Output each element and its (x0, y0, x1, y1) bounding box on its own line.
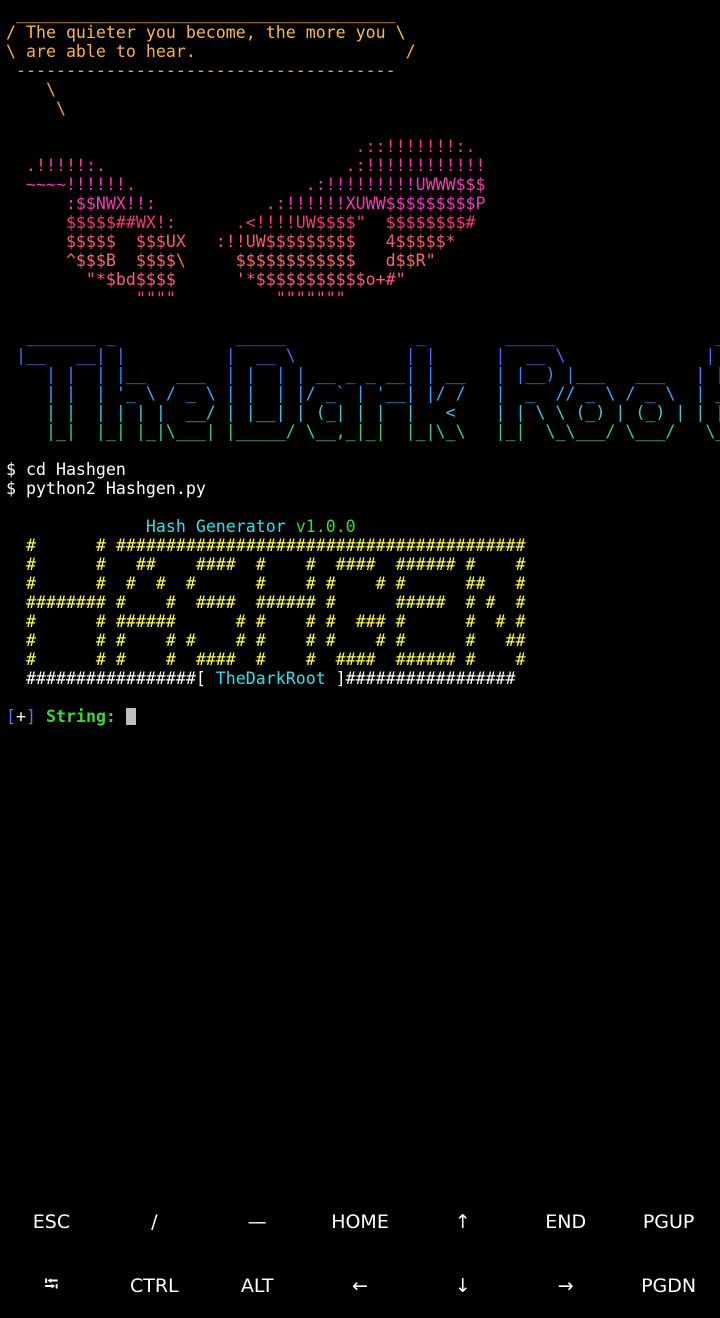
terminal-text: Hash Generator (145, 517, 296, 536)
esc-key[interactable]: ESC (0, 1190, 103, 1254)
terminal-text: \ (6, 99, 66, 118)
terminal-text: ######## # # #### ###### # ##### # # # (6, 593, 526, 612)
terminal-text: $$$$$ $$$UX :!!UW$$$$$$$$$ 4$$$$$* (6, 232, 456, 251)
terminal-text: "*$bd$$$$ '*$$$$$$$$$$$o+#" (6, 270, 406, 289)
terminal-text: ^$$$B $$$$\ $$$$$$$$$$$$ d$$R" (6, 251, 436, 270)
terminal-line: .::!!!!!!!:. (6, 137, 720, 156)
terminal-text: ~~~~!!!!!!. .:!!!!!!!!!UWWW$$$ (6, 175, 486, 194)
terminal-line: \ (6, 99, 720, 118)
terminal-line: # # # # # # # # # # ## # (6, 574, 720, 593)
terminal-line: ######## # # #### ###### # ##### # # # (6, 593, 720, 612)
terminal-text: |__ __| | | __ \ | | | __ \ | | (6, 346, 720, 365)
text-cursor[interactable] (125, 708, 136, 725)
terminal-line: |_| |_| |_|\___| |_____/ \__,_|_| |_|\_\… (6, 422, 720, 441)
terminal-text: # # # # #### # # #### ###### # # (6, 650, 526, 669)
terminal-line: ~~~~!!!!!!. .:!!!!!!!!!UWWW$$$ (6, 175, 720, 194)
tab-key-icon[interactable]: ⭾ (0, 1254, 103, 1318)
prompt-close: ] (26, 707, 36, 726)
terminal-line: # # ###### # # # # ### # # # # (6, 612, 720, 631)
terminal-text: | | | '_ \ / _ \ | | | |/ _` | '__| |/ /… (6, 384, 720, 403)
terminal-text: """" """"""" (6, 289, 346, 308)
prompt-label: String: (36, 707, 126, 726)
terminal-line: | | | | | | __/ | |__| | (_| | | | < | |… (6, 403, 720, 422)
terminal-line: $$$$$ $$$UX :!!UW$$$$$$$$$ 4$$$$$* (6, 232, 720, 251)
extra-keys-bar: ESC / — HOME ↑ END PGUP ⭾ CTRL ALT ← ↓ →… (0, 1190, 720, 1317)
arrow-up-key[interactable]: ↑ (411, 1190, 514, 1254)
slash-key[interactable]: / (103, 1190, 206, 1254)
terminal-line: $ python2 Hashgen.py (6, 479, 720, 498)
terminal-text: _______ _ _____ _ _____ _ (6, 327, 720, 346)
terminal-line: |__ __| | | __ \ | | | __ \ | | (6, 346, 720, 365)
terminal-text: TheDarkRoot (215, 669, 326, 688)
terminal-line: ______________________________________ (6, 4, 720, 23)
terminal-text: # # # # # # # # # # ## # (6, 574, 526, 593)
terminal-line: / The quieter you become, the more you \ (6, 23, 720, 42)
terminal-text: # # # # # # # # # # # # ## (6, 631, 526, 650)
terminal-text: | | | | | | __/ | |__| | (_| | | | < | |… (6, 403, 720, 422)
terminal-text: \ are able to hear. / (6, 42, 416, 61)
terminal-line: | | | |__ ___ | | | | __ _ _ __| | __ | … (6, 365, 720, 384)
terminal-text: $ python2 Hashgen.py (6, 479, 206, 498)
terminal-line: #################[ TheDarkRoot ]########… (6, 669, 720, 688)
terminal-line: :$$NWX!!: .:!!!!!!XUWW$$$$$$$$$P (6, 194, 720, 213)
extra-keys-row-1: ESC / — HOME ↑ END PGUP (0, 1190, 720, 1254)
terminal-line: """" """"""" (6, 289, 720, 308)
terminal-text: / The quieter you become, the more you \ (6, 23, 406, 42)
terminal-text: # # ## #### # # #### ###### # # (6, 555, 526, 574)
terminal-text: $$$$$##WX!: .<!!!!UW$$$$" $$$$$$$$# (6, 213, 476, 232)
prompt-open: [ (6, 707, 16, 726)
terminal-text: .!!!!!:. .:!!!!!!!!!!!! (6, 156, 486, 175)
terminal-text: # # ###### # # # # ### # # # # (6, 612, 526, 631)
terminal-text: | | | |__ ___ | | | | __ _ _ __| | __ | … (6, 365, 720, 384)
alt-key[interactable]: ALT (206, 1254, 309, 1318)
terminal-line: ^$$$B $$$$\ $$$$$$$$$$$$ d$$R" (6, 251, 720, 270)
arrow-right-key[interactable]: → (514, 1254, 617, 1318)
terminal-line: _______ _ _____ _ _____ _ (6, 327, 720, 346)
terminal-line: .!!!!!:. .:!!!!!!!!!!!! (6, 156, 720, 175)
dash-key[interactable]: — (206, 1190, 309, 1254)
terminal-line: # # ####################################… (6, 536, 720, 555)
terminal-text: \ (6, 80, 56, 99)
end-key[interactable]: END (514, 1190, 617, 1254)
arrow-down-key[interactable]: ↓ (411, 1254, 514, 1318)
terminal-text: $ cd Hashgen (6, 460, 126, 479)
extra-keys-row-2: ⭾ CTRL ALT ← ↓ → PGDN (0, 1254, 720, 1318)
ctrl-key[interactable]: CTRL (103, 1254, 206, 1318)
pgdn-key[interactable]: PGDN (617, 1254, 720, 1318)
pgup-key[interactable]: PGUP (617, 1190, 720, 1254)
arrow-left-key[interactable]: ← (309, 1254, 412, 1318)
terminal-text: .::!!!!!!!:. (6, 137, 476, 156)
terminal-text: v1.0.0 (295, 517, 356, 536)
terminal-line: \ (6, 80, 720, 99)
terminal-line: $$$$$##WX!: .<!!!!UW$$$$" $$$$$$$$# (6, 213, 720, 232)
terminal-line: Hash Generator v1.0.0 (6, 517, 720, 536)
terminal-text: :$$NWX!!: .:!!!!!!XUWW$$$$$$$$$P (6, 194, 486, 213)
terminal-line: $ cd Hashgen (6, 460, 720, 479)
terminal-text: ]################# (325, 669, 516, 688)
terminal-text: # # ####################################… (6, 536, 526, 555)
terminal-text: -------------------------------------- (6, 61, 396, 80)
terminal-line: # # # # # # # # # # # # ## (6, 631, 720, 650)
terminal-output[interactable]: ______________________________________ / … (6, 4, 720, 726)
terminal-text: #################[ (6, 669, 216, 688)
terminal-line: "*$bd$$$$ '*$$$$$$$$$$$o+#" (6, 270, 720, 289)
terminal-line: \ are able to hear. / (6, 42, 720, 61)
terminal-text: |_| |_| |_|\___| |_____/ \__,_|_| |_|\_\… (6, 422, 720, 441)
terminal-text: ______________________________________ (6, 4, 396, 23)
terminal-line: -------------------------------------- (6, 61, 720, 80)
terminal-line: | | | '_ \ / _ \ | | | |/ _` | '__| |/ /… (6, 384, 720, 403)
home-key[interactable]: HOME (309, 1190, 412, 1254)
terminal-line: # # # # #### # # #### ###### # # (6, 650, 720, 669)
prompt-plus: + (16, 707, 26, 726)
input-prompt-line[interactable]: [+] String: (6, 707, 720, 726)
terminal-line: # # ## #### # # #### ###### # # (6, 555, 720, 574)
